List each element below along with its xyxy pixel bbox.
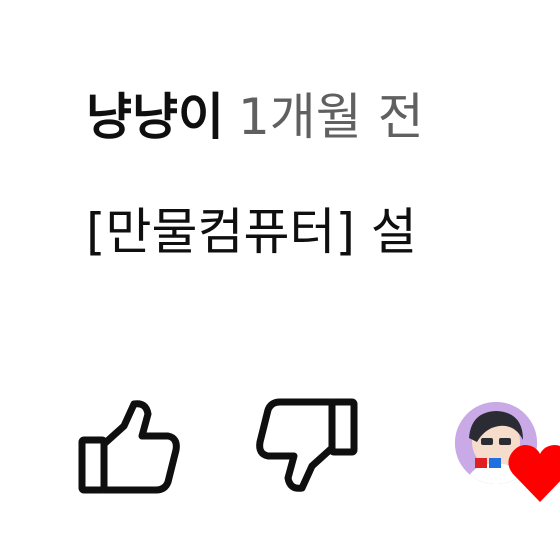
like-button[interactable]	[76, 396, 182, 496]
comment-timestamp[interactable]: 1개월 전	[238, 88, 424, 146]
thumbs-down-icon	[254, 396, 360, 496]
comment-header: 냥냥이 1개월 전	[86, 82, 424, 152]
heart-icon	[507, 442, 560, 506]
comment-author[interactable]: 냥냥이	[86, 88, 224, 146]
comment-text: [만물컴퓨터] 설	[86, 203, 417, 261]
comment-card: 냥냥이 1개월 전 [만물컴퓨터] 설	[0, 0, 560, 560]
thumbs-up-icon	[76, 396, 182, 496]
dislike-button[interactable]	[254, 396, 360, 496]
creator-heart-badge[interactable]	[455, 402, 560, 512]
